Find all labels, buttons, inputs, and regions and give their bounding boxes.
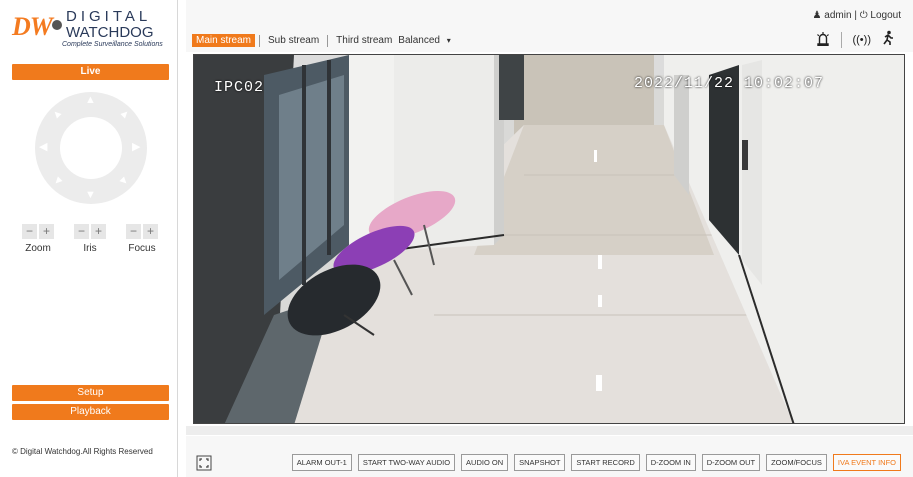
ptz-down-left-icon[interactable]: ▼: [50, 173, 66, 189]
logo-dot: [52, 20, 62, 30]
video-scrollbar[interactable]: [186, 426, 913, 435]
sidebar: DW DIGITAL WATCHDOG Complete Surveillanc…: [0, 0, 178, 477]
stream-mode-value: Balanced: [398, 35, 440, 46]
ptz-up-right-icon[interactable]: ▲: [117, 106, 133, 122]
ptz-down-right-icon[interactable]: ▼: [116, 173, 132, 189]
two-way-audio-button[interactable]: START TWO-WAY AUDIO: [357, 454, 456, 471]
tab-main-stream[interactable]: Main stream: [192, 34, 256, 47]
ptz-down-icon[interactable]: ▼: [85, 190, 96, 201]
camera-name-overlay: IPC02: [214, 79, 265, 96]
alarm-icon[interactable]: [815, 30, 831, 49]
timestamp-overlay: 2022/11/22 10:02:07: [634, 75, 825, 92]
camera-scene: [194, 55, 904, 423]
user-icon: ♟: [812, 10, 822, 21]
zoom-plus-button[interactable]: +: [39, 224, 54, 239]
action-buttons: ALARM OUT-1 START TWO-WAY AUDIO AUDIO ON…: [291, 454, 901, 471]
top-icons: ((•)): [815, 30, 895, 49]
logo-line1: DIGITAL: [66, 8, 152, 25]
focus-plus-button[interactable]: +: [143, 224, 158, 239]
iris-minus-button[interactable]: −: [74, 224, 89, 239]
ptz-up-icon[interactable]: ▲: [85, 95, 96, 106]
d-zoom-in-button[interactable]: D-ZOOM IN: [645, 454, 696, 471]
digital-watchdog-logo: DW DIGITAL WATCHDOG Complete Surveillanc…: [8, 6, 170, 50]
power-icon[interactable]: ⏻: [860, 10, 868, 21]
ptz-up-left-icon[interactable]: ▲: [49, 106, 65, 122]
fullscreen-icon[interactable]: [196, 455, 212, 471]
zoom-minus-button[interactable]: −: [22, 224, 37, 239]
copyright-text: © Digital Watchdog.All Rights Reserved: [12, 447, 153, 456]
tab-third-stream[interactable]: Third stream: [332, 34, 396, 47]
ptz-control-wheel[interactable]: ▲ ▼ ◀ ▶ ▲ ▲ ▼ ▼: [35, 92, 147, 204]
audio-on-button[interactable]: AUDIO ON: [461, 454, 509, 471]
setup-button[interactable]: Setup: [12, 385, 169, 401]
ptz-left-icon[interactable]: ◀: [39, 142, 47, 153]
logo-tagline: Complete Surveillance Solutions: [62, 41, 163, 48]
live-video-view[interactable]: IPC02 2022/11/22 10:02:07: [193, 54, 905, 424]
snapshot-button[interactable]: SNAPSHOT: [514, 454, 566, 471]
iris-control: − + Iris: [70, 224, 110, 254]
icon-divider: [841, 31, 843, 48]
username: admin: [824, 10, 852, 21]
bottom-toolbar: ALARM OUT-1 START TWO-WAY AUDIO AUDIO ON…: [186, 436, 913, 477]
alarm-out-button[interactable]: ALARM OUT-1: [291, 454, 352, 471]
logout-link[interactable]: Logout: [870, 10, 901, 21]
iva-event-info-button[interactable]: IVA EVENT INFO: [832, 454, 901, 471]
chevron-down-icon: ▾: [446, 36, 451, 45]
live-button[interactable]: Live: [12, 64, 169, 80]
stream-tabs: Main stream Sub stream Third stream Bala…: [192, 34, 451, 47]
zoom-focus-button[interactable]: ZOOM/FOCUS: [766, 454, 827, 471]
iris-plus-button[interactable]: +: [91, 224, 106, 239]
ptz-center: [60, 117, 122, 179]
playback-button[interactable]: Playback: [12, 404, 169, 420]
start-record-button[interactable]: START RECORD: [571, 454, 640, 471]
logo-line2: WATCHDOG: [66, 24, 154, 41]
user-area: ♟ admin | ⏻ Logout: [813, 10, 901, 21]
logo-mark: DW: [12, 12, 53, 41]
top-bar: ♟ admin | ⏻ Logout Main stream Sub strea…: [186, 0, 913, 52]
zoom-label: Zoom: [25, 243, 51, 254]
ptz-right-icon[interactable]: ▶: [132, 142, 140, 153]
d-zoom-out-button[interactable]: D-ZOOM OUT: [701, 454, 761, 471]
focus-minus-button[interactable]: −: [126, 224, 141, 239]
stream-mode-select[interactable]: Balanced ▾: [398, 35, 451, 46]
motion-person-icon[interactable]: [881, 30, 895, 49]
tab-divider: [259, 34, 261, 47]
focus-control: − + Focus: [122, 224, 162, 254]
audio-wave-icon[interactable]: ((•)): [852, 34, 871, 46]
tab-divider: [327, 34, 329, 47]
focus-label: Focus: [128, 243, 156, 254]
tab-sub-stream[interactable]: Sub stream: [264, 34, 323, 47]
zoom-control: − + Zoom: [18, 224, 58, 254]
iris-label: Iris: [83, 243, 97, 254]
